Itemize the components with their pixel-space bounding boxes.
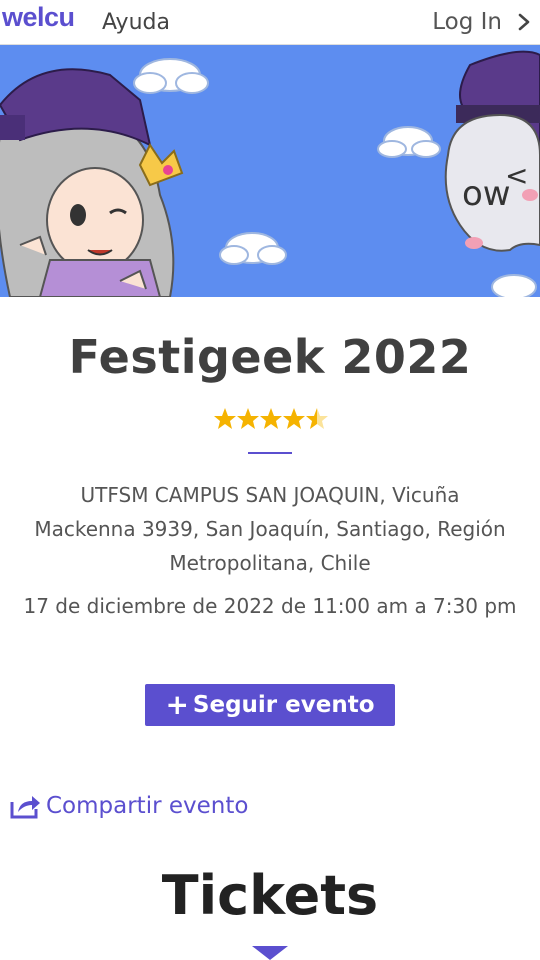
follow-event-label: Seguir evento <box>192 692 375 718</box>
svg-text:ow: ow <box>462 174 511 214</box>
follow-event-button[interactable]: + Seguir evento <box>145 684 395 726</box>
star-icon <box>214 408 236 429</box>
event-title: Festigeek 2022 <box>68 330 472 384</box>
character-ghost-icon: ow < <box>444 50 540 252</box>
welcu-logo[interactable]: welcu <box>2 2 75 33</box>
event-date: 17 de diciembre de 2022 de 11:00 am a 7:… <box>23 594 517 618</box>
cloud-icon <box>491 274 537 297</box>
top-bar: welcu Ayuda Log In <box>0 0 540 45</box>
title-divider <box>248 452 292 454</box>
half-star-icon <box>306 408 328 429</box>
login-link[interactable]: Log In <box>432 9 502 35</box>
event-address: UTFSM CAMPUS SAN JOAQUIN, Vicuña Mackenn… <box>34 483 506 575</box>
chevron-right-icon[interactable] <box>514 12 534 32</box>
cloud-icon <box>377 126 441 158</box>
banner-illustration: ow < <box>0 50 540 297</box>
svg-text:<: < <box>505 159 528 192</box>
share-event-label: Compartir evento <box>46 793 249 819</box>
cloud-icon <box>133 58 209 94</box>
star-icon <box>283 408 305 429</box>
triangle-down-icon <box>252 946 288 960</box>
share-event-link[interactable]: Compartir evento <box>8 788 248 824</box>
cloud-icon <box>219 232 287 265</box>
help-link[interactable]: Ayuda <box>102 10 170 35</box>
plus-icon: + <box>165 688 189 721</box>
character-girl-icon <box>0 68 184 297</box>
share-icon <box>10 796 40 819</box>
star-icon <box>260 408 282 429</box>
star-icon <box>237 408 259 429</box>
star-rating <box>214 408 328 429</box>
event-banner: ow < <box>0 45 540 297</box>
tickets-heading: Tickets <box>161 864 379 927</box>
